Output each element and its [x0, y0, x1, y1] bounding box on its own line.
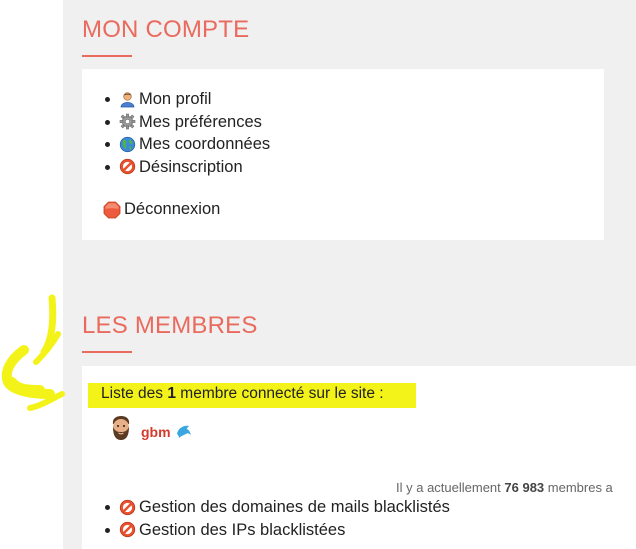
- menu-item-label: Désinscription: [139, 157, 243, 176]
- user-icon: [119, 91, 136, 108]
- total-members-text: Il y a actuellement 76 983 membres a: [396, 480, 613, 495]
- forbidden-icon: [119, 499, 136, 516]
- gear-icon: [119, 113, 136, 130]
- logout-label: Déconnexion: [124, 200, 221, 218]
- annotation-arrow: [1, 294, 65, 411]
- avatar[interactable]: [107, 414, 135, 442]
- stop-icon: [103, 201, 121, 219]
- username-link[interactable]: gbm: [141, 424, 171, 440]
- menu-item-preferences[interactable]: Mes préférences: [103, 111, 270, 134]
- account-title-rule: [82, 55, 132, 57]
- online-count: 1: [167, 385, 176, 402]
- account-menu: Mon profil Mes préférences Mes coordonné…: [103, 88, 270, 178]
- menu-item-blacklisted-domains[interactable]: Gestion des domaines de mails blacklisté…: [103, 496, 450, 519]
- online-members-text: Liste des 1 membre connecté sur le site …: [101, 385, 384, 402]
- menu-item-label: Gestion des domaines de mails blacklisté…: [139, 498, 450, 517]
- forbidden-icon: [119, 521, 136, 538]
- menu-item-label: Mes préférences: [139, 112, 262, 131]
- admin-menu: Gestion des domaines de mails blacklisté…: [103, 496, 450, 541]
- menu-item-profile[interactable]: Mon profil: [103, 88, 270, 111]
- account-title: MON COMPTE: [82, 16, 250, 43]
- menu-item-label: Gestion des IPs blacklistées: [139, 520, 346, 539]
- menu-item-label: Mon profil: [139, 90, 212, 109]
- online-user: gbm: [107, 414, 193, 442]
- menu-item-unsubscribe[interactable]: Désinscription: [103, 156, 270, 179]
- menu-item-contact-details[interactable]: Mes coordonnées: [103, 133, 270, 156]
- globe-icon: [119, 136, 136, 153]
- members-title: LES MEMBRES: [82, 312, 258, 339]
- members-title-rule: [82, 351, 132, 353]
- menu-item-label: Mes coordonnées: [139, 135, 271, 154]
- menu-item-blacklisted-ips[interactable]: Gestion des IPs blacklistées: [103, 519, 450, 542]
- logout-link[interactable]: Déconnexion: [103, 200, 220, 219]
- dolphin-icon: [175, 422, 193, 440]
- total-count: 76 983: [504, 480, 545, 495]
- forbidden-icon: [119, 158, 136, 175]
